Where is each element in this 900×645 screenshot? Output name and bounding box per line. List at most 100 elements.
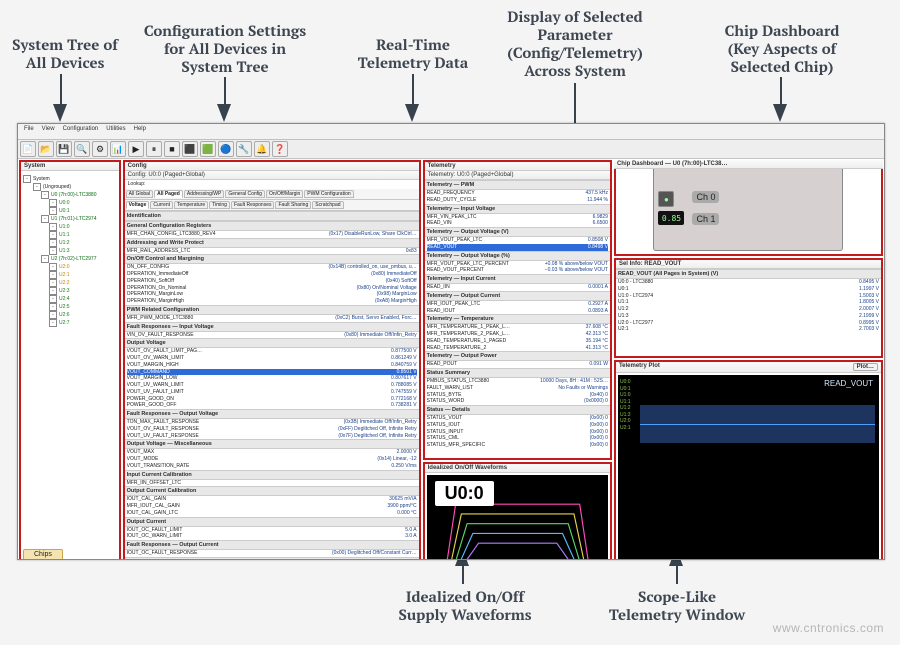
- config-row[interactable]: VOUT_MODE(0x14) Linear, -12: [125, 456, 419, 463]
- tree-node[interactable]: -U1 (7h:01)-LTC2974: [23, 215, 117, 223]
- mini-row[interactable]: U1:32.1999 V: [616, 313, 881, 320]
- telemetry-row[interactable]: FAULT_WARN_LISTNo Faults or Warnings: [425, 385, 610, 392]
- tree-node[interactable]: -(Ungrouped): [23, 183, 117, 191]
- config-row[interactable]: TON_MAX_FAULT_RESPONSE(0x3B) Immediate O…: [125, 419, 419, 426]
- channel-1-label[interactable]: Ch 1: [692, 213, 719, 225]
- mini-row[interactable]: U2:12.7003 V: [616, 326, 881, 333]
- config-row[interactable]: OPERATION_On_Nominal(0x80) On/Nominal Vo…: [125, 285, 419, 292]
- telemetry-row[interactable]: STATUS_BYTE(0x40) 0: [425, 392, 610, 399]
- config-row[interactable]: MFR_CHAN_CONFIG_LTC3880_REV4(0x17) Disab…: [125, 231, 419, 238]
- config-row[interactable]: IOUT_OC_WARN_LIMIT3.0 A: [125, 533, 419, 540]
- tree-node[interactable]: -U0:0: [23, 199, 117, 207]
- tree-node[interactable]: -U2:3: [23, 287, 117, 295]
- mini-row[interactable]: U1:22.0007 V: [616, 306, 881, 313]
- tab[interactable]: All Global: [126, 190, 153, 198]
- config-row[interactable]: VOUT_COMMAND0.8501 V: [125, 369, 419, 376]
- telemetry-row[interactable]: MFR_IOUT_PEAK_LTC0.2927 A: [425, 301, 610, 308]
- tab[interactable]: General Config: [225, 190, 265, 198]
- toolbar-button-5[interactable]: 📊: [110, 141, 126, 157]
- telemetry-row[interactable]: READ_IOUT0.0893 A: [425, 308, 610, 315]
- config-row[interactable]: OPERATION_SoftOff(0x40) SoftOff: [125, 278, 419, 285]
- tab[interactable]: Timing: [209, 201, 230, 209]
- telemetry-row[interactable]: STATUS_VOUT(0x00) 0: [425, 415, 610, 422]
- telemetry-row[interactable]: READ_VOUT0.8498 V: [425, 244, 610, 251]
- tree-node[interactable]: -System: [23, 175, 117, 183]
- toolbar-button-13[interactable]: 🔔: [254, 141, 270, 157]
- tree-node[interactable]: -U0 (7h:00)-LTC3880: [23, 191, 117, 199]
- toolbar-button-8[interactable]: ■: [164, 141, 180, 157]
- telemetry-row[interactable]: READ_FREQUENCY437.5 kHz: [425, 190, 610, 197]
- config-row[interactable]: MFR_IOUT_CAL_GAIN3900 ppm/°C: [125, 503, 419, 510]
- config-row[interactable]: IOUT_CAL_GAIN30625 mV/A: [125, 496, 419, 503]
- tab[interactable]: Current: [150, 201, 173, 209]
- telemetry-row[interactable]: STATUS_INPUT(0x00) 0: [425, 429, 610, 436]
- telemetry-row[interactable]: STATUS_IOUT(0x00) 0: [425, 422, 610, 429]
- config-row[interactable]: MFR_RAIL_ADDRESS_LTC0x83: [125, 248, 419, 255]
- telemetry-row[interactable]: STATUS_WORD(0x0000) 0: [425, 398, 610, 405]
- telemetry-row[interactable]: STATUS_MFR_SPECIFIC(0x00) 0: [425, 442, 610, 449]
- config-row[interactable]: VOUT_UV_FAULT_LIMIT0.747559 V: [125, 389, 419, 396]
- scope-plot[interactable]: READ_VOUT U0:0U0:1U1:0U1:1U1:2U1:3U2:0U2…: [618, 375, 879, 560]
- telemetry-row[interactable]: READ_IIN0.0001 A: [425, 284, 610, 291]
- mini-row[interactable]: U2:0 - LTC29770.8995 V: [616, 320, 881, 327]
- menu-file[interactable]: File: [24, 126, 34, 137]
- chips-tab[interactable]: Chips: [23, 549, 63, 560]
- config-row[interactable]: MFR_PWM_MODE_LTC3880(0xC2) Burst, Servo …: [125, 315, 419, 322]
- config-row[interactable]: IOUT_CAL_GAIN_LTC0.000 °C: [125, 510, 419, 517]
- menu-configuration[interactable]: Configuration: [63, 126, 99, 137]
- config-row[interactable]: IOUT_OC_FAULT_RESPONSE(0x00) Deglitched …: [125, 550, 419, 557]
- config-row[interactable]: VIN_OV_FAULT_RESPONSE(0x80) Immediate Of…: [125, 332, 419, 339]
- mini-row[interactable]: U1:11.8005 V: [616, 299, 881, 306]
- toolbar-button-1[interactable]: 📂: [38, 141, 54, 157]
- tab[interactable]: Voltage: [126, 201, 150, 209]
- channel-0-label[interactable]: Ch 0: [692, 191, 719, 203]
- toolbar-button-12[interactable]: 🔧: [236, 141, 252, 157]
- tree-node[interactable]: -U2:5: [23, 303, 117, 311]
- tree-node[interactable]: -U2:4: [23, 295, 117, 303]
- telemetry-row[interactable]: READ_VIN6.6500: [425, 220, 610, 227]
- config-row[interactable]: VOUT_UV_FAULT_RESPONSE(0x7F) Deglitched …: [125, 433, 419, 440]
- tree-node[interactable]: -U1:1: [23, 231, 117, 239]
- mini-row[interactable]: U0:11.1997 V: [616, 286, 881, 293]
- toolbar-button-9[interactable]: ⬛: [182, 141, 198, 157]
- config-row[interactable]: VOUT_OV_FAULT_LIMIT_PAG…0.877500 V: [125, 348, 419, 355]
- menu-view[interactable]: View: [42, 126, 55, 137]
- config-row[interactable]: IOUT_OC_FAULT_LIMIT5.0 A: [125, 527, 419, 534]
- toolbar-button-11[interactable]: 🔵: [218, 141, 234, 157]
- tab[interactable]: Addressing/WP: [184, 190, 224, 198]
- toolbar-button-0[interactable]: 📄: [20, 141, 36, 157]
- tree-node[interactable]: -U1:0: [23, 223, 117, 231]
- config-row[interactable]: OPERATION_MarginLow(0x98) MarginLow: [125, 291, 419, 298]
- config-row[interactable]: OPERATION_ImmediateOff(0x80) ImmediateOf…: [125, 271, 419, 278]
- config-row[interactable]: POWER_GOOD_OFF0.738281 V: [125, 402, 419, 409]
- telemetry-row[interactable]: READ_DUTY_CYCLE11.944 %: [425, 197, 610, 204]
- config-row[interactable]: VOUT_MARGIN_LOW0.807617 V: [125, 375, 419, 382]
- toolbar-button-3[interactable]: 🔍: [74, 141, 90, 157]
- telemetry-row[interactable]: MFR_VOUT_PEAK_LTC_PERCENT+0.08 % above/b…: [425, 261, 610, 268]
- telemetry-row[interactable]: STATUS_CML(0x00) 0: [425, 435, 610, 442]
- tab[interactable]: Temperature: [174, 201, 208, 209]
- tree-node[interactable]: -U2:1: [23, 271, 117, 279]
- config-row[interactable]: VOUT_UV_WARN_LIMIT0.788085 V: [125, 382, 419, 389]
- telemetry-row[interactable]: MFR_TEMPERATURE_1_PEAK_L…37.608 °C: [425, 324, 610, 331]
- telemetry-row[interactable]: READ_VOUT_PERCENT−0.03 % above/below VOU…: [425, 267, 610, 274]
- menu-help[interactable]: Help: [134, 126, 146, 137]
- config-row[interactable]: VOUT_MARGIN_HIGH0.840759 V: [125, 362, 419, 369]
- telemetry-row[interactable]: READ_POUT0.091 W: [425, 361, 610, 368]
- toolbar-button-4[interactable]: ⚙: [92, 141, 108, 157]
- mini-row[interactable]: U1:0 - LTC29741.5003 V: [616, 293, 881, 300]
- config-row[interactable]: OPERATION_MarginHigh(0xA8) MarginHigh: [125, 298, 419, 305]
- tree-node[interactable]: -U1:3: [23, 247, 117, 255]
- config-row[interactable]: VOUT_MAX2.0000 V: [125, 449, 419, 456]
- tree-node[interactable]: -U2 (7h:02)-LTC2977: [23, 255, 117, 263]
- config-row[interactable]: MFR_IIN_OFFSET_LTC: [125, 480, 419, 487]
- config-row[interactable]: VOUT_OV_WARN_LIMIT0.861249 V: [125, 355, 419, 362]
- config-row[interactable]: VOUT_OV_FAULT_RESPONSE(0xFF) Deglitched …: [125, 426, 419, 433]
- tree-node[interactable]: -U1:2: [23, 239, 117, 247]
- tab[interactable]: Scratchpad: [312, 201, 343, 209]
- tab[interactable]: All Paged: [154, 190, 183, 198]
- tree-node[interactable]: -U2:0: [23, 263, 117, 271]
- toolbar-button-6[interactable]: ▶: [128, 141, 144, 157]
- toolbar-button-7[interactable]: ⏸: [146, 141, 162, 157]
- menu-utilities[interactable]: Utilities: [106, 126, 125, 137]
